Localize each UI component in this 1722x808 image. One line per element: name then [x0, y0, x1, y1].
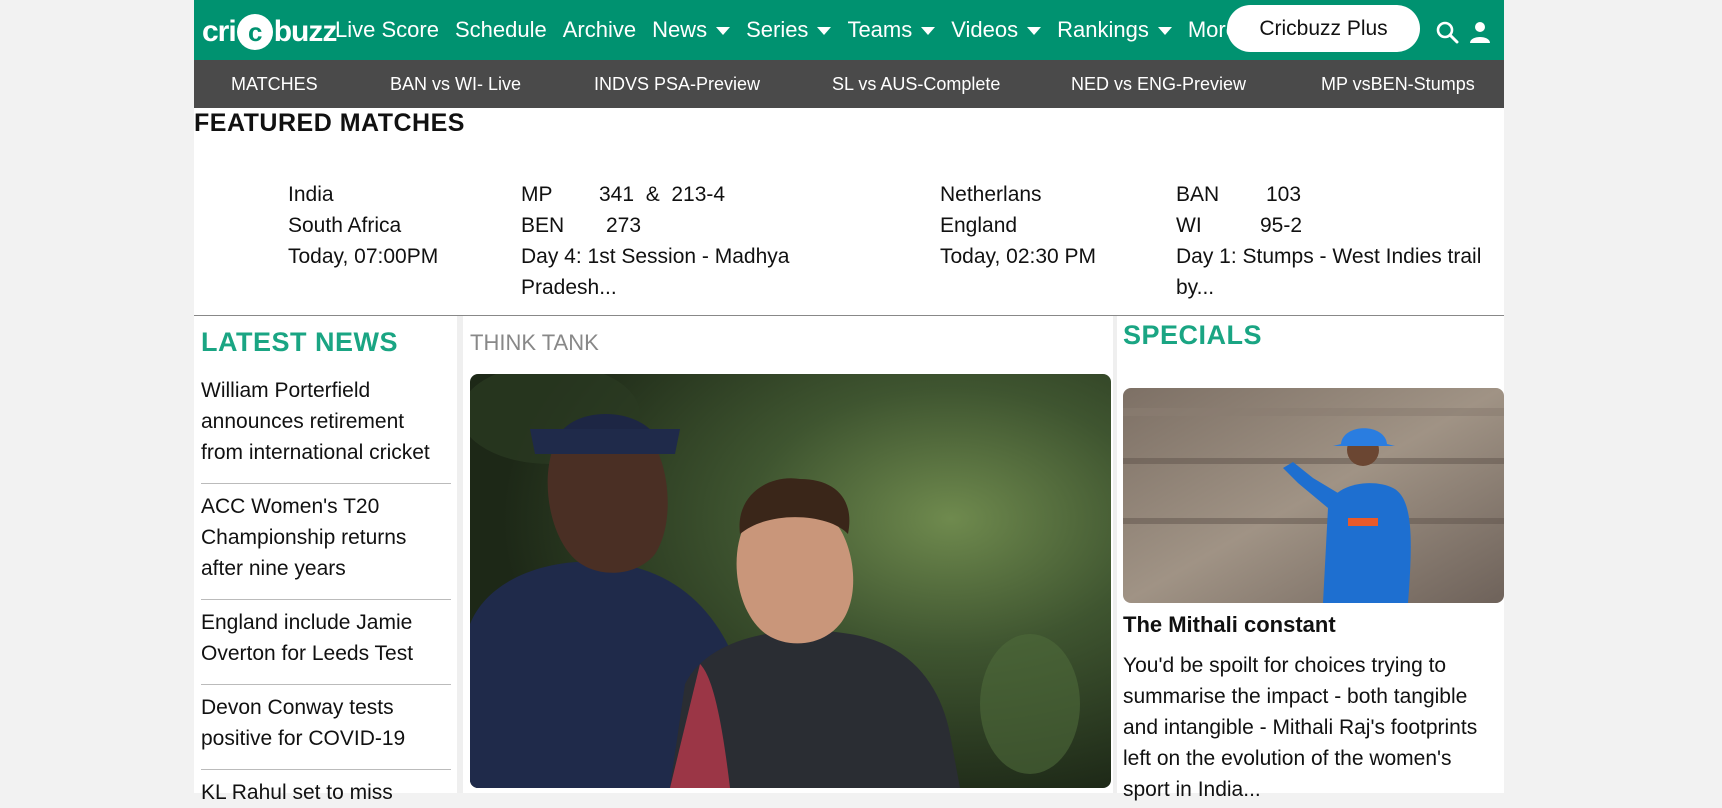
- match-status: Day 1: Stumps - West Indies trail: [1176, 245, 1482, 268]
- nav-series[interactable]: Series: [746, 17, 832, 43]
- match-status: Today, 02:30 PM: [940, 245, 1097, 268]
- team-name: India: [288, 183, 334, 206]
- specials-image[interactable]: [1123, 388, 1504, 603]
- user-icon[interactable]: [1468, 20, 1492, 44]
- cricbuzz-plus-button[interactable]: Cricbuzz Plus: [1227, 5, 1420, 52]
- match-status: Day 4: 1st Session - Madhya: [521, 245, 790, 268]
- nav-live-score[interactable]: Live Score: [335, 17, 439, 43]
- logo-ball: c: [236, 14, 273, 50]
- latest-news-title: LATEST NEWS: [201, 327, 398, 357]
- chevron-down-icon: [716, 27, 731, 35]
- nav-label: Videos: [951, 17, 1019, 42]
- match-link-ned-eng[interactable]: NED vs ENG-Preview: [1071, 60, 1246, 108]
- news-item[interactable]: ACC Women's T20 Championship returns aft…: [201, 491, 451, 584]
- nav-schedule[interactable]: Schedule: [455, 17, 547, 43]
- match-link-matches[interactable]: MATCHES: [231, 60, 318, 108]
- nav-label: News: [652, 17, 708, 42]
- top-nav: cri c buzz Live Score Schedule Archive New…: [194, 0, 1504, 60]
- column-divider: [1113, 316, 1117, 793]
- nav-label: Teams: [847, 17, 913, 42]
- nav-label: Series: [746, 17, 809, 42]
- special-headline[interactable]: The Mithali constant: [1123, 612, 1336, 638]
- chevron-down-icon: [921, 27, 936, 35]
- chevron-down-icon: [1027, 27, 1042, 35]
- nav-news[interactable]: News: [652, 17, 731, 43]
- team-name: BAN: [1176, 183, 1220, 206]
- nav-label: Rankings: [1057, 17, 1149, 42]
- nav-rankings[interactable]: Rankings: [1057, 17, 1172, 43]
- nav-teams[interactable]: Teams: [847, 17, 936, 43]
- team-name: Netherlans: [940, 183, 1042, 206]
- team-score: 103: [1266, 183, 1302, 206]
- news-divider: [201, 684, 451, 685]
- featured-matches-title: FEATURED MATCHES: [194, 109, 465, 137]
- match-status-cont: by...: [1176, 276, 1215, 299]
- nav-videos[interactable]: Videos: [951, 17, 1042, 43]
- nav-menu: Live Score Schedule Archive News Series …: [335, 0, 1277, 60]
- news-item[interactable]: William Porterfield announces retirement…: [201, 375, 451, 468]
- news-divider: [201, 769, 451, 770]
- match-link-ind-psa[interactable]: INDVS PSA-Preview: [594, 60, 760, 108]
- think-tank-image[interactable]: [470, 374, 1111, 788]
- nav-label: Schedule: [454, 17, 547, 42]
- news-item[interactable]: England include Jamie Overton for Leeds …: [201, 607, 451, 669]
- news-item[interactable]: Devon Conway tests positive for COVID-19: [201, 692, 451, 754]
- match-link-ban-wi[interactable]: BAN vs WI- Live: [390, 60, 521, 108]
- team-name: WI: [1176, 214, 1202, 237]
- match-status-cont: Pradesh...: [521, 276, 617, 299]
- news-divider: [201, 483, 451, 484]
- nav-label: Archive: [562, 17, 637, 42]
- column-divider: [457, 316, 463, 793]
- match-link-sl-aus[interactable]: SL vs AUS-Complete: [832, 60, 1000, 108]
- cricbuzz-logo[interactable]: cri c buzz: [202, 12, 338, 52]
- logo-text-pre: cri: [202, 15, 237, 48]
- team-name: BEN: [521, 214, 565, 237]
- logo-text-post: buzz: [273, 15, 338, 48]
- nav-label: Live Score: [335, 17, 439, 42]
- team-score: 95-2: [1260, 214, 1303, 237]
- match-strip: MATCHES BAN vs WI- Live INDVS PSA-Previe…: [194, 60, 1504, 108]
- match-status: Today, 07:00PM: [288, 245, 439, 268]
- section-divider: [194, 315, 1504, 316]
- team-name: South Africa: [288, 214, 402, 237]
- search-icon[interactable]: [1435, 20, 1459, 44]
- team-score: 273: [606, 214, 642, 237]
- news-divider: [201, 599, 451, 600]
- team-score: 341 & 213-4: [599, 183, 726, 206]
- special-excerpt: You'd be spoilt for choices trying to su…: [1123, 654, 1478, 801]
- chevron-down-icon: [817, 27, 832, 35]
- match-link-mp-ben[interactable]: MP vsBEN-Stumps: [1321, 60, 1475, 108]
- think-tank-label: THINK TANK: [470, 330, 599, 355]
- nav-archive[interactable]: Archive: [563, 17, 636, 43]
- page: cri c buzz Live Score Schedule Archive New…: [194, 0, 1504, 804]
- team-name: MP: [521, 183, 553, 206]
- chevron-down-icon: [1157, 27, 1172, 35]
- team-name: England: [940, 214, 1018, 237]
- specials-title: SPECIALS: [1123, 320, 1263, 350]
